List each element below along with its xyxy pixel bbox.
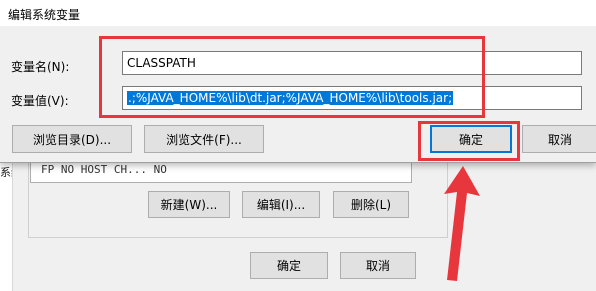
edit-system-variable-dialog: 编辑系统变量 变量名(N): CLASSPATH 变量值(V): .;%JAVA…	[0, 0, 596, 163]
new-button[interactable]: 新建(W)...	[148, 191, 230, 218]
cancel-button[interactable]: 取消	[522, 125, 596, 153]
variable-name-label: 变量名(N):	[11, 60, 70, 74]
variable-name-field[interactable]: CLASSPATH	[122, 51, 582, 75]
title-bar: 编辑系统变量	[0, 0, 596, 26]
variable-value-label: 变量值(V):	[11, 94, 69, 108]
parent-cancel-button[interactable]: 取消	[340, 252, 416, 279]
variable-name-value: CLASSPATH	[127, 56, 196, 70]
variable-value-field[interactable]: .;%JAVA_HOME%\lib\dt.jar;%JAVA_HOME%\lib…	[122, 86, 582, 110]
left-window-label: 系统	[0, 166, 12, 179]
screen: 系统 FP_NO_HOST_CH... NO 新建(W)... 编辑(I)...…	[0, 0, 596, 291]
system-variables-group-border	[28, 160, 29, 238]
system-variables-list[interactable]: FP_NO_HOST_CH... NO	[30, 160, 412, 183]
variable-value-selected-text: .;%JAVA_HOME%\lib\dt.jar;%JAVA_HOME%\lib…	[127, 91, 454, 105]
system-variables-group-border-right	[447, 160, 448, 238]
browse-file-button[interactable]: 浏览文件(F)...	[144, 125, 264, 153]
dialog-title: 编辑系统变量	[8, 8, 81, 22]
ok-button[interactable]: 确定	[430, 125, 512, 153]
delete-button[interactable]: 删除(L)	[333, 191, 409, 218]
parent-ok-button[interactable]: 确定	[250, 252, 328, 279]
system-variables-group-border-bottom	[28, 237, 448, 238]
list-item[interactable]: FP_NO_HOST_CH... NO	[41, 163, 167, 173]
browse-directory-button[interactable]: 浏览目录(D)...	[12, 125, 132, 153]
edit-button[interactable]: 编辑(I)...	[242, 191, 320, 218]
